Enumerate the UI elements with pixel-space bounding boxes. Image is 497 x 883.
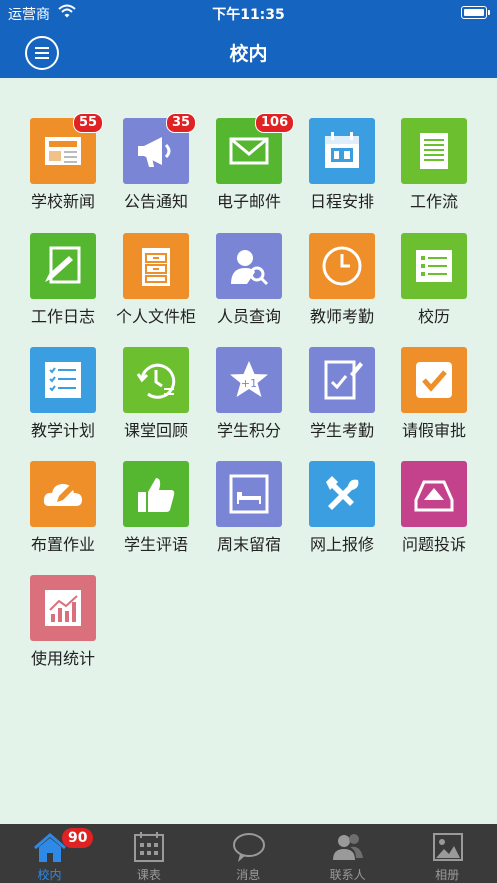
calendar-icon	[309, 118, 375, 184]
app-label: 教师考勤	[309, 307, 374, 326]
app-tile-bed[interactable]: 周末留宿	[203, 461, 295, 561]
tab-timetable[interactable]: 课表	[99, 824, 198, 883]
clock-icon	[309, 233, 375, 299]
app-label: 电子邮件	[216, 192, 281, 211]
tab-badge: 90	[62, 828, 94, 848]
tab-home[interactable]: 校内 90	[0, 824, 99, 883]
page-title: 校内	[229, 43, 268, 65]
app-tile-person-search[interactable]: 人员查询	[203, 233, 295, 333]
app-tile-check-edit[interactable]: 学生考勤	[296, 347, 388, 447]
app-tile-thumbs-up[interactable]: 学生评语	[110, 461, 202, 561]
unread-badge: 35	[166, 113, 197, 133]
pencil-note-icon	[30, 233, 96, 299]
app-tile-pencil-note[interactable]: 工作日志	[17, 233, 109, 333]
app-label: 布置作业	[30, 535, 95, 554]
app-tile-tools[interactable]: 网上报修	[296, 461, 388, 561]
app-label: 课堂回顾	[123, 421, 188, 440]
app-label: 工作日志	[30, 307, 95, 326]
app-label: 工作流	[409, 192, 458, 211]
app-label: 学生评语	[123, 535, 188, 554]
unread-badge: 106	[255, 113, 295, 133]
status-bar: 运营商 下午11:35	[0, 0, 497, 26]
tab-label: 联系人	[329, 868, 366, 882]
tab-label: 课表	[136, 868, 161, 882]
app-label: 问题投诉	[401, 535, 466, 554]
app-label: 网上报修	[309, 535, 374, 554]
checklist-icon	[30, 347, 96, 413]
chart-icon	[30, 575, 96, 641]
tab-label: 消息	[236, 868, 261, 882]
app-tile-megaphone[interactable]: 35 公告通知	[110, 113, 202, 218]
document-icon	[401, 118, 467, 184]
app-tile-calendar[interactable]: 日程安排	[296, 118, 388, 218]
app-label: 公告通知	[123, 192, 188, 211]
app-tile-star[interactable]: +1 学生积分	[203, 347, 295, 447]
app-label: 人员查询	[216, 307, 281, 326]
tab-chat[interactable]: 消息	[199, 824, 298, 883]
unread-badge: 55	[73, 113, 104, 133]
app-label: 请假审批	[401, 421, 466, 440]
svg-text:+1: +1	[241, 377, 257, 390]
tab-label: 校内	[37, 868, 62, 882]
nav-bar: 校内	[0, 26, 497, 78]
app-tile-list[interactable]: 校历	[388, 233, 480, 333]
app-label: 学生积分	[216, 421, 281, 440]
tab-label: 相册	[435, 868, 460, 882]
app-tile-clock[interactable]: 教师考勤	[296, 233, 388, 333]
cloud-pencil-icon	[30, 461, 96, 527]
app-label: 教学计划	[30, 421, 95, 440]
tools-icon	[309, 461, 375, 527]
battery-icon	[461, 6, 490, 19]
list-icon	[401, 233, 467, 299]
app-label: 学校新闻	[30, 192, 95, 211]
approve-icon	[401, 347, 467, 413]
app-tile-envelope[interactable]: 106 电子邮件	[203, 113, 295, 218]
cabinet-icon	[123, 233, 189, 299]
app-label: 个人文件柜	[115, 307, 196, 326]
app-label: 周末留宿	[216, 535, 281, 554]
app-tile-chart[interactable]: 使用统计	[17, 575, 109, 675]
person-search-icon	[216, 233, 282, 299]
bed-icon	[216, 461, 282, 527]
app-tile-history[interactable]: 课堂回顾	[110, 347, 202, 447]
tab-bar: 校内 90 课表 消息 联系人 相册	[0, 824, 497, 883]
app-tile-news[interactable]: 55 学校新闻	[17, 113, 109, 218]
app-tile-approve[interactable]: 请假审批	[388, 347, 480, 447]
star-icon: +1	[216, 347, 282, 413]
app-tile-cabinet[interactable]: 个人文件柜	[110, 233, 202, 333]
app-tile-mailbox[interactable]: 问题投诉	[388, 461, 480, 561]
clock-time: 下午11:35	[212, 7, 285, 23]
tab-photo[interactable]: 相册	[398, 824, 497, 883]
app-tile-cloud-pencil[interactable]: 布置作业	[17, 461, 109, 561]
app-label: 日程安排	[309, 192, 374, 211]
check-edit-icon	[309, 347, 375, 413]
app-tile-document[interactable]: 工作流	[388, 118, 480, 218]
history-icon	[123, 347, 189, 413]
app-label: 使用统计	[30, 649, 95, 668]
app-label: 学生考勤	[309, 421, 374, 440]
thumbs-up-icon	[123, 461, 189, 527]
app-label: 校历	[417, 307, 450, 326]
app-tile-checklist[interactable]: 教学计划	[17, 347, 109, 447]
mailbox-icon	[401, 461, 467, 527]
tab-contacts[interactable]: 联系人	[298, 824, 397, 883]
